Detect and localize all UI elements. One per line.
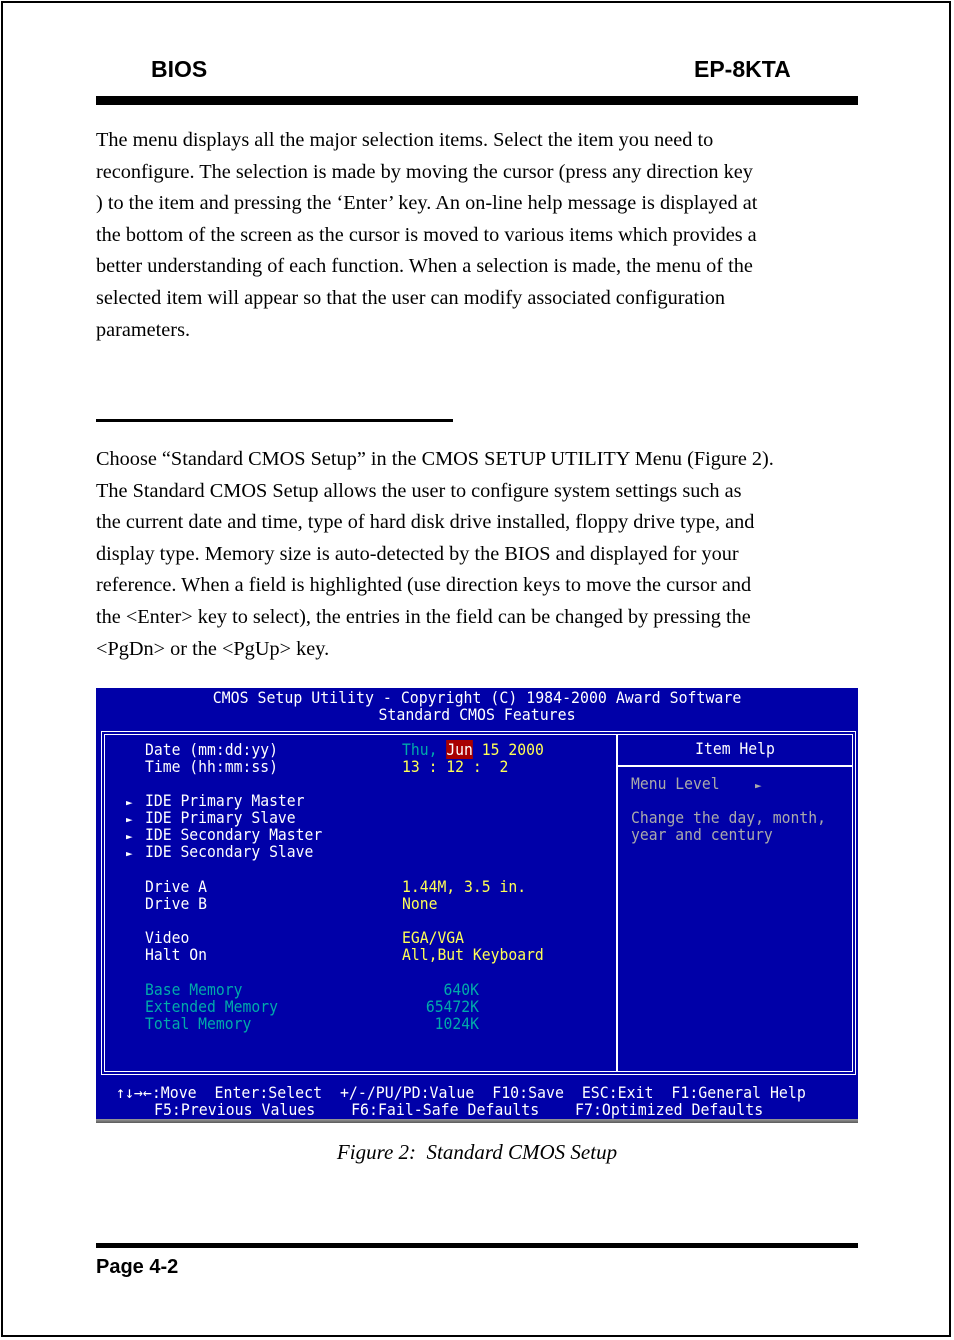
text-line: the bottom of the screen as the cursor i… bbox=[96, 223, 757, 246]
help-text-line: year and century bbox=[631, 825, 773, 844]
section-heading-rule bbox=[96, 419, 453, 422]
page-number: Page 4-2 bbox=[96, 1256, 179, 1278]
time-value[interactable]: 13 : 12 : 2 bbox=[402, 758, 508, 775]
memory-total-value: 1024K bbox=[434, 1014, 479, 1033]
header-rule bbox=[96, 96, 858, 105]
submenu-ide-primary-master[interactable]: IDE Primary Master bbox=[145, 792, 305, 809]
right-triangle-icon: ► bbox=[755, 779, 762, 792]
section-paragraph: Choose “Standard CMOS Setup” in the CMOS… bbox=[96, 444, 864, 665]
help-text-line: Change the day, month, bbox=[631, 808, 826, 827]
bios-help-title-divider bbox=[618, 765, 852, 767]
setting-halt-on-label: Halt On bbox=[145, 945, 208, 964]
memory-base-label: Base Memory bbox=[145, 980, 243, 999]
bios-screenshot-shadow bbox=[96, 1119, 858, 1123]
submenu-ide-secondary-master[interactable]: IDE Secondary Master bbox=[145, 826, 322, 843]
text-line: Choose “Standard CMOS Setup” in the CMOS… bbox=[96, 448, 774, 470]
right-triangle-icon: ► bbox=[126, 813, 133, 826]
right-triangle-icon: ► bbox=[126, 830, 133, 843]
submenu-ide-secondary-slave[interactable]: IDE Secondary Slave bbox=[145, 843, 313, 860]
right-triangle-icon: ► bbox=[126, 847, 133, 860]
intro-paragraph: The menu displays all the major selectio… bbox=[96, 125, 864, 346]
text-line: reconfigure. The selection is made by mo… bbox=[96, 160, 753, 183]
figure-caption: Figure 2: Standard CMOS Setup bbox=[336, 1140, 618, 1164]
text-line: reference. When a field is highlighted (… bbox=[96, 574, 752, 597]
text-line: The Standard CMOS Setup allows the user … bbox=[96, 479, 742, 502]
text-line: ) to the item and pressing the ‘Enter’ k… bbox=[96, 192, 758, 215]
date-label: Date (mm:dd:yy) bbox=[145, 740, 278, 759]
bios-screenshot: CMOS Setup Utility - Copyright (C) 1984-… bbox=[96, 688, 858, 1119]
setting-drive-b-label: Drive B bbox=[145, 894, 208, 913]
memory-total-label: Total Memory bbox=[145, 1014, 252, 1033]
text-line: <PgDn> or the <PgUp> key. bbox=[96, 637, 330, 660]
submenu-ide-primary-slave[interactable]: IDE Primary Slave bbox=[145, 809, 296, 826]
right-triangle-icon: ► bbox=[126, 796, 133, 809]
bios-subtitle: Standard CMOS Features bbox=[378, 705, 576, 724]
key-hints-line-1: ↑↓→←:Move Enter:Select +/-/PU/PD:Value F… bbox=[116, 1083, 806, 1102]
memory-extended-value: 65472K bbox=[425, 997, 479, 1016]
text-line: display type. Memory size is auto-detect… bbox=[96, 542, 739, 565]
time-label: Time (hh:mm:ss) bbox=[145, 757, 278, 776]
setting-video-label: Video bbox=[145, 928, 190, 947]
key-hints-line-2: F5:Previous Values F6:Fail-Safe Defaults… bbox=[154, 1100, 764, 1119]
footer-rule bbox=[96, 1243, 858, 1248]
item-help-title: Item Help bbox=[695, 739, 775, 758]
text-line: selected item will appear so that the us… bbox=[96, 286, 726, 309]
setting-video-value[interactable]: EGA/VGA bbox=[402, 929, 464, 946]
bios-title: CMOS Setup Utility - Copyright (C) 1984-… bbox=[212, 688, 742, 707]
setting-halt-on-value[interactable]: All,But Keyboard bbox=[402, 946, 544, 963]
setting-drive-a-value[interactable]: 1.44M, 3.5 in. bbox=[402, 878, 526, 895]
setting-drive-a-label: Drive A bbox=[145, 877, 208, 896]
bios-panel-divider bbox=[616, 735, 618, 1071]
date-field[interactable]: Thu, Jun 15 2000 bbox=[402, 740, 544, 759]
memory-base-value: 640K bbox=[443, 980, 479, 999]
text-line: the <Enter> key to select), the entries … bbox=[96, 605, 751, 628]
menu-level-label: Menu Level bbox=[631, 774, 720, 793]
header-section-title: BIOS bbox=[151, 56, 208, 82]
text-line: The menu displays all the major selectio… bbox=[96, 129, 714, 151]
header-model-name: EP-8KTA bbox=[694, 56, 791, 82]
text-line: better understanding of each function. W… bbox=[96, 255, 753, 278]
text-line: parameters. bbox=[96, 318, 191, 341]
setting-drive-b-value[interactable]: None bbox=[402, 895, 437, 912]
text-line: the current date and time, type of hard … bbox=[96, 511, 755, 534]
memory-extended-label: Extended Memory bbox=[145, 997, 278, 1016]
